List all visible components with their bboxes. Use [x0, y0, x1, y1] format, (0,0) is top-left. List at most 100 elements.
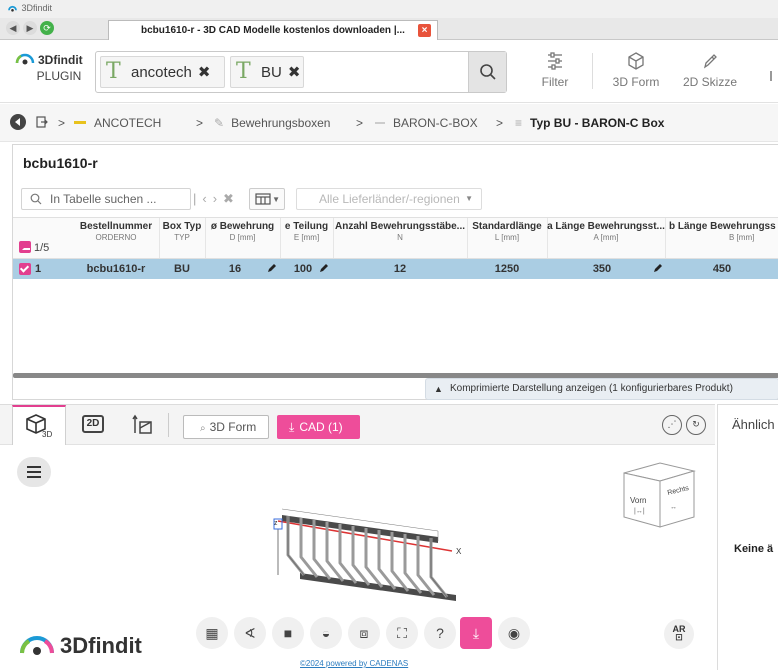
tab-2d-view[interactable]: 2D [72, 405, 122, 445]
share-icon[interactable]: ⋰ [662, 415, 682, 435]
compressed-view-toggle[interactable]: ▲ Komprimierte Darstellung anzeigen (1 k… [425, 378, 778, 400]
search-icon [30, 193, 42, 205]
3d-form-label: 3D Form [612, 75, 660, 89]
download-select-icon[interactable] [19, 241, 31, 253]
column-header-e[interactable]: e Teilung E [mm] [280, 221, 333, 242]
column-header-a[interactable]: a Länge Bewehrungsst... A [mm] [547, 221, 665, 242]
download-icon[interactable]: ⤓ [460, 617, 492, 649]
3dfindit-logo: 3Dfindit [18, 633, 142, 659]
edit-pen-icon[interactable] [653, 263, 663, 273]
breadcrumb-item-bewehrungsboxen[interactable]: ✎ Bewehrungsboxen [214, 116, 330, 130]
table-columns-icon [255, 193, 271, 205]
cube-front-label: Vorn [630, 496, 646, 505]
measure-icon [132, 414, 152, 434]
breadcrumb-separator: > [58, 116, 66, 130]
3d-form-search-button[interactable]: ⌕ 3D Form [183, 415, 269, 439]
fit-view-icon[interactable]: ⛶ [386, 617, 418, 649]
wireframe-icon[interactable]: ▦ [196, 617, 228, 649]
cad-download-button[interactable]: ⤓ CAD (1) [277, 415, 360, 439]
filter-button[interactable]: Filter [535, 51, 575, 89]
camera-icon[interactable]: ◉ [498, 617, 530, 649]
cell-e[interactable]: 100 [283, 263, 323, 275]
exit-icon[interactable] [36, 116, 48, 131]
category-dash-icon [375, 122, 385, 124]
view-cube[interactable]: Vorn Rechts |↔| ↔ [604, 455, 704, 535]
product-table-card: bcbu1610-r In Tabelle suchen ... |‹›✖ ▼ … [12, 144, 778, 400]
table-row[interactable]: 1 bcbu1610-r BU 16 100 12 1250 350 450 [13, 259, 778, 279]
breadcrumb-item-typ-bu[interactable]: ≡ Typ BU - BARON-C Box [515, 116, 664, 130]
column-header-b[interactable]: b Länge Bewehrungss B [mm] [665, 221, 778, 242]
3d-rotate-icon[interactable]: ↻ [686, 415, 706, 435]
column-header-n[interactable]: Anzahl Bewehrungsstäbe... N [333, 221, 467, 242]
pagination[interactable]: 1/5 [19, 241, 49, 254]
text-tag-icon: T [236, 59, 251, 84]
browser-nav: ◀ ▶ ⟳ [6, 21, 57, 35]
axis-x-label: X [456, 547, 462, 556]
ar-view-button[interactable]: AR ⊡ [664, 619, 694, 649]
explode-view-icon[interactable]: ⧈ [348, 617, 380, 649]
edit-pen-icon[interactable] [319, 263, 329, 273]
cell-d[interactable]: 16 [205, 263, 265, 275]
table-search-input[interactable]: In Tabelle suchen ... [21, 188, 191, 210]
download-icon: ⤓ [289, 420, 295, 434]
back-circle-icon[interactable] [10, 114, 26, 130]
table-header: 1/5 Bestellnummer ORDERNO Box Typ TYP ø Be… [13, 217, 778, 259]
column-settings-button[interactable]: ▼ [249, 188, 285, 210]
browser-tab[interactable]: bcbu1610-r - 3D CAD Modelle kostenlos do… [108, 20, 438, 40]
chip-remove-icon[interactable]: ✖ [198, 64, 211, 81]
solid-cube-icon[interactable]: ■ [272, 617, 304, 649]
cell-a[interactable]: 350 [547, 263, 657, 275]
refresh-icon[interactable]: ⟳ [40, 21, 54, 35]
cube-front-arrow: |↔| [634, 508, 645, 515]
product-title: bcbu1610-r [23, 155, 98, 171]
column-header-d[interactable]: ø Bewehrung D [mm] [205, 221, 280, 242]
browser-tab-title: bcbu1610-r - 3D CAD Modelle kostenlos do… [141, 25, 405, 36]
chip-remove-icon[interactable]: ✖ [288, 64, 301, 81]
logo-arc-icon [20, 636, 54, 655]
search-chip-ancotech[interactable]: T ancotech ✖ [100, 56, 225, 88]
similar-title[interactable]: Ähnlich [732, 417, 775, 432]
breadcrumb-separator: > [496, 116, 504, 130]
search-icon [480, 64, 496, 80]
tag-search-box[interactable]: T ancotech ✖ T BU ✖ [95, 51, 507, 93]
2d-sketch-button[interactable]: 2D Skizze [678, 51, 742, 89]
help-icon[interactable]: ? [424, 617, 456, 649]
viewer-toolbar: 3D 2D ⌕ 3D Form ⤓ CAD (1) ⋰ ↻ [0, 405, 715, 445]
column-header-l[interactable]: Standardlänge L [mm] [467, 221, 547, 242]
pencil-category-icon: ✎ [214, 116, 225, 130]
section-icon[interactable]: ◒ [310, 617, 342, 649]
powered-by-link[interactable]: ©2024 powered by CADENAS [300, 659, 408, 668]
equals-icon: ≡ [515, 116, 523, 130]
cad-viewer: 3D 2D ⌕ 3D Form ⤓ CAD (1) ⋰ ↻ z X Vorn R… [0, 404, 715, 670]
svg-text:3D: 3D [42, 430, 52, 439]
3d-form-button[interactable]: 3D Form [606, 51, 666, 89]
pencil-icon [703, 54, 717, 69]
country-filter-select[interactable]: Alle Lieferländer/-regionen ▼ [296, 188, 482, 210]
similar-products-panel: Ähnlich Keine ä [717, 404, 778, 670]
tab-close-icon[interactable]: × [418, 24, 431, 37]
row-checkbox[interactable] [19, 263, 31, 275]
column-header-orderno[interactable]: Bestellnummer ORDERNO [73, 221, 159, 242]
forward-arrow-icon[interactable]: ▶ [23, 21, 37, 35]
axis-z-label: z [274, 520, 278, 527]
column-header-typ[interactable]: Box Typ TYP [159, 221, 205, 242]
edit-pen-icon[interactable] [267, 263, 277, 273]
chevron-down-icon: ▼ [465, 194, 473, 203]
breadcrumb-item-ancotech[interactable]: ANCOTECH [74, 116, 161, 130]
tab-3d-view[interactable]: 3D [12, 405, 66, 445]
cube-icon [628, 52, 644, 70]
search-nav-controls[interactable]: |‹›✖ [193, 191, 240, 207]
rebar-box-3d-model: z X [273, 508, 462, 601]
brand-name: 3Dfindit [38, 53, 83, 67]
viewer-menu-button[interactable] [17, 457, 51, 487]
row-index: 1 [35, 263, 42, 275]
tab-dimension-view[interactable] [124, 405, 164, 445]
toolbar-divider [592, 53, 593, 89]
similar-empty-text: Keine ä [734, 543, 774, 555]
search-chip-bu[interactable]: T BU ✖ [230, 56, 304, 88]
search-button[interactable] [468, 52, 506, 92]
measure-angle-icon[interactable]: ∢ [234, 617, 266, 649]
back-arrow-icon[interactable]: ◀ [6, 21, 20, 35]
app-logo-icon [8, 5, 17, 12]
breadcrumb-item-baron-c-box[interactable]: BARON-C-BOX [375, 116, 478, 130]
